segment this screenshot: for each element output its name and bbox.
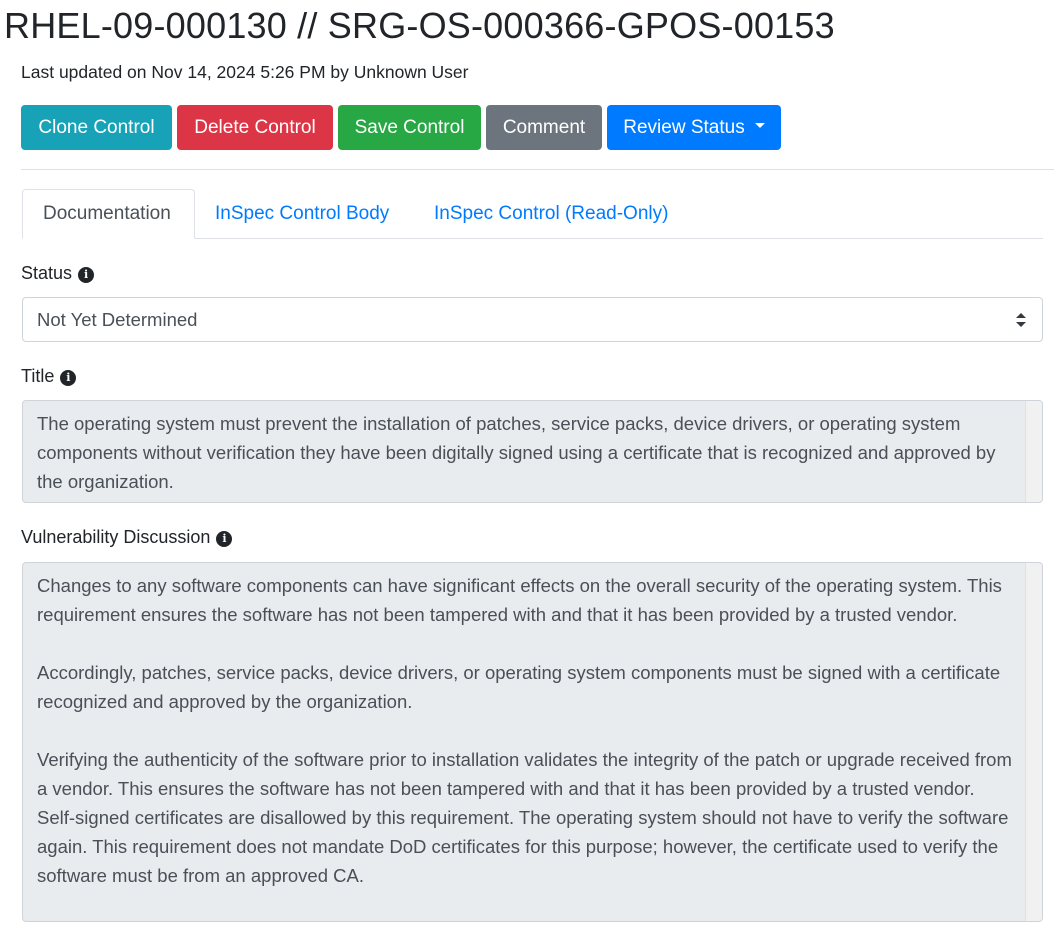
- delete-control-button[interactable]: Delete Control: [177, 105, 333, 150]
- title-label-text: Title: [21, 366, 55, 386]
- textarea-scrollbar[interactable]: [1025, 401, 1042, 502]
- tab-inspec-control-body[interactable]: InSpec Control Body: [195, 189, 409, 239]
- status-select-value: Not Yet Determined: [37, 309, 198, 330]
- last-updated-text: Last updated on Nov 14, 2024 5:26 PM by …: [21, 62, 469, 82]
- title-label: Title i: [21, 365, 77, 387]
- control-page: RHEL-09-000130 // SRG-OS-000366-GPOS-001…: [0, 0, 1054, 933]
- vulnerability-paragraph: Verifying the authenticity of the softwa…: [37, 749, 1018, 886]
- title-textarea[interactable]: The operating system must prevent the in…: [22, 400, 1043, 503]
- status-select[interactable]: Not Yet Determined: [22, 297, 1043, 342]
- caret-down-icon: [754, 123, 765, 129]
- review-status-label: Review Status: [623, 117, 745, 138]
- info-circle-icon[interactable]: i: [78, 267, 95, 283]
- select-arrows-icon: [1016, 313, 1026, 327]
- tab-documentation[interactable]: Documentation: [22, 189, 195, 239]
- status-label: Status i: [21, 262, 95, 284]
- textarea-scrollbar[interactable]: [1025, 563, 1042, 921]
- title-text: The operating system must prevent the in…: [37, 413, 1001, 492]
- info-circle-icon[interactable]: i: [216, 531, 233, 547]
- vulnerability-discussion-label-text: Vulnerability Discussion: [21, 527, 211, 547]
- tab-inspec-control-read-only[interactable]: InSpec Control (Read-Only): [414, 189, 688, 239]
- vulnerability-paragraph: Accordingly, patches, service packs, dev…: [37, 662, 1006, 712]
- vulnerability-discussion-textarea[interactable]: Changes to any software components can h…: [22, 562, 1043, 922]
- save-control-button[interactable]: Save Control: [338, 105, 481, 150]
- info-circle-icon[interactable]: i: [60, 370, 77, 386]
- vulnerability-discussion-label: Vulnerability Discussion i: [21, 526, 233, 548]
- clone-control-button[interactable]: Clone Control: [21, 105, 172, 150]
- comment-button[interactable]: Comment: [486, 105, 602, 150]
- vulnerability-paragraph: Changes to any software components can h…: [37, 575, 1008, 625]
- page-title: RHEL-09-000130 // SRG-OS-000366-GPOS-001…: [4, 5, 835, 46]
- divider: [21, 169, 1054, 170]
- review-status-dropdown-button[interactable]: Review Status: [607, 105, 781, 150]
- status-label-text: Status: [21, 263, 73, 283]
- control-tabs: Documentation InSpec Control Body InSpec…: [22, 189, 1043, 239]
